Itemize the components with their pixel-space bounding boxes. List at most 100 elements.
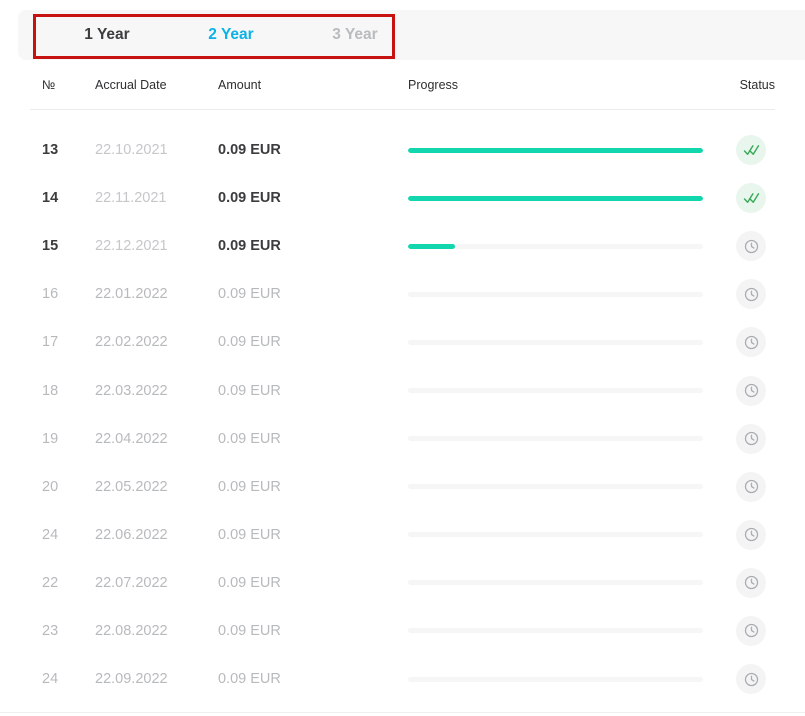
row-date: 22.07.2022 — [95, 575, 218, 591]
accruals-table: № Accrual Date Amount Progress Status 13… — [30, 60, 775, 703]
row-progress — [408, 436, 727, 441]
row-progress — [408, 677, 727, 682]
table-row: 24 22.06.2022 0.09 EUR — [30, 511, 775, 559]
progress-fill — [408, 196, 703, 201]
table-row: 15 22.12.2021 0.09 EUR — [30, 222, 775, 270]
row-number: 15 — [30, 238, 95, 254]
progress-track — [408, 580, 703, 585]
row-status — [727, 279, 775, 309]
row-number: 13 — [30, 142, 95, 158]
table-row: 19 22.04.2022 0.09 EUR — [30, 415, 775, 463]
clock-icon — [736, 472, 766, 502]
row-progress — [408, 580, 727, 585]
row-date: 22.01.2022 — [95, 286, 218, 302]
table-header: № Accrual Date Amount Progress Status — [30, 60, 775, 110]
row-status — [727, 376, 775, 406]
row-number: 17 — [30, 334, 95, 350]
row-status — [727, 424, 775, 454]
row-number: 19 — [30, 431, 95, 447]
row-number: 24 — [30, 527, 95, 543]
table-row: 14 22.11.2021 0.09 EUR — [30, 174, 775, 222]
table-row: 16 22.01.2022 0.09 EUR — [30, 270, 775, 318]
row-date: 22.06.2022 — [95, 527, 218, 543]
row-amount: 0.09 EUR — [218, 575, 408, 591]
table-row: 24 22.09.2022 0.09 EUR — [30, 655, 775, 703]
row-amount: 0.09 EUR — [218, 142, 408, 158]
row-status — [727, 231, 775, 261]
clock-icon — [736, 424, 766, 454]
column-header-amount: Amount — [218, 78, 408, 92]
progress-track — [408, 244, 703, 249]
progress-track — [408, 628, 703, 633]
progress-track — [408, 292, 703, 297]
column-header-accrual-date: Accrual Date — [95, 78, 218, 92]
row-number: 16 — [30, 286, 95, 302]
row-number: 20 — [30, 479, 95, 495]
clock-icon — [736, 279, 766, 309]
row-status — [727, 664, 775, 694]
table-row: 17 22.02.2022 0.09 EUR — [30, 318, 775, 366]
row-date: 22.10.2021 — [95, 142, 218, 158]
column-header-progress: Progress — [408, 78, 727, 92]
table-row: 13 22.10.2021 0.09 EUR — [30, 126, 775, 174]
row-date: 22.08.2022 — [95, 623, 218, 639]
progress-track — [408, 388, 703, 393]
clock-icon — [736, 376, 766, 406]
clock-icon — [736, 327, 766, 357]
row-status — [727, 472, 775, 502]
row-progress — [408, 388, 727, 393]
row-number: 23 — [30, 623, 95, 639]
row-progress — [408, 628, 727, 633]
column-header-status: Status — [727, 78, 775, 92]
tab-2-year[interactable]: 2 Year — [169, 10, 293, 60]
progress-track — [408, 340, 703, 345]
row-amount: 0.09 EUR — [218, 238, 408, 254]
row-progress — [408, 148, 727, 153]
row-date: 22.09.2022 — [95, 671, 218, 687]
row-progress — [408, 340, 727, 345]
row-date: 22.05.2022 — [95, 479, 218, 495]
row-date: 22.02.2022 — [95, 334, 218, 350]
row-amount: 0.09 EUR — [218, 623, 408, 639]
row-status — [727, 327, 775, 357]
row-amount: 0.09 EUR — [218, 286, 408, 302]
row-status — [727, 135, 775, 165]
row-number: 22 — [30, 575, 95, 591]
double-check-icon — [736, 135, 766, 165]
row-date: 22.03.2022 — [95, 383, 218, 399]
row-number: 14 — [30, 190, 95, 206]
progress-track — [408, 532, 703, 537]
table-row: 18 22.03.2022 0.09 EUR — [30, 366, 775, 414]
row-amount: 0.09 EUR — [218, 431, 408, 447]
row-progress — [408, 196, 727, 201]
row-status — [727, 568, 775, 598]
progress-track — [408, 677, 703, 682]
row-amount: 0.09 EUR — [218, 190, 408, 206]
table-row: 23 22.08.2022 0.09 EUR — [30, 607, 775, 655]
row-date: 22.04.2022 — [95, 431, 218, 447]
row-date: 22.12.2021 — [95, 238, 218, 254]
row-amount: 0.09 EUR — [218, 479, 408, 495]
progress-fill — [408, 148, 703, 153]
tab-3-year[interactable]: 3 Year — [293, 10, 417, 60]
clock-icon — [736, 231, 766, 261]
row-progress — [408, 532, 727, 537]
progress-track — [408, 196, 703, 201]
table-row: 22 22.07.2022 0.09 EUR — [30, 559, 775, 607]
tab-1-year[interactable]: 1 Year — [45, 10, 169, 60]
row-progress — [408, 244, 727, 249]
progress-track — [408, 484, 703, 489]
progress-track — [408, 436, 703, 441]
column-header-number: № — [30, 78, 95, 92]
row-amount: 0.09 EUR — [218, 671, 408, 687]
progress-track — [408, 148, 703, 153]
row-status — [727, 520, 775, 550]
row-amount: 0.09 EUR — [218, 334, 408, 350]
double-check-icon — [736, 183, 766, 213]
row-amount: 0.09 EUR — [218, 383, 408, 399]
row-amount: 0.09 EUR — [218, 527, 408, 543]
bottom-divider — [0, 712, 805, 713]
tab-bar: 1 Year 2 Year 3 Year — [18, 10, 805, 60]
row-status — [727, 616, 775, 646]
row-date: 22.11.2021 — [95, 190, 218, 206]
